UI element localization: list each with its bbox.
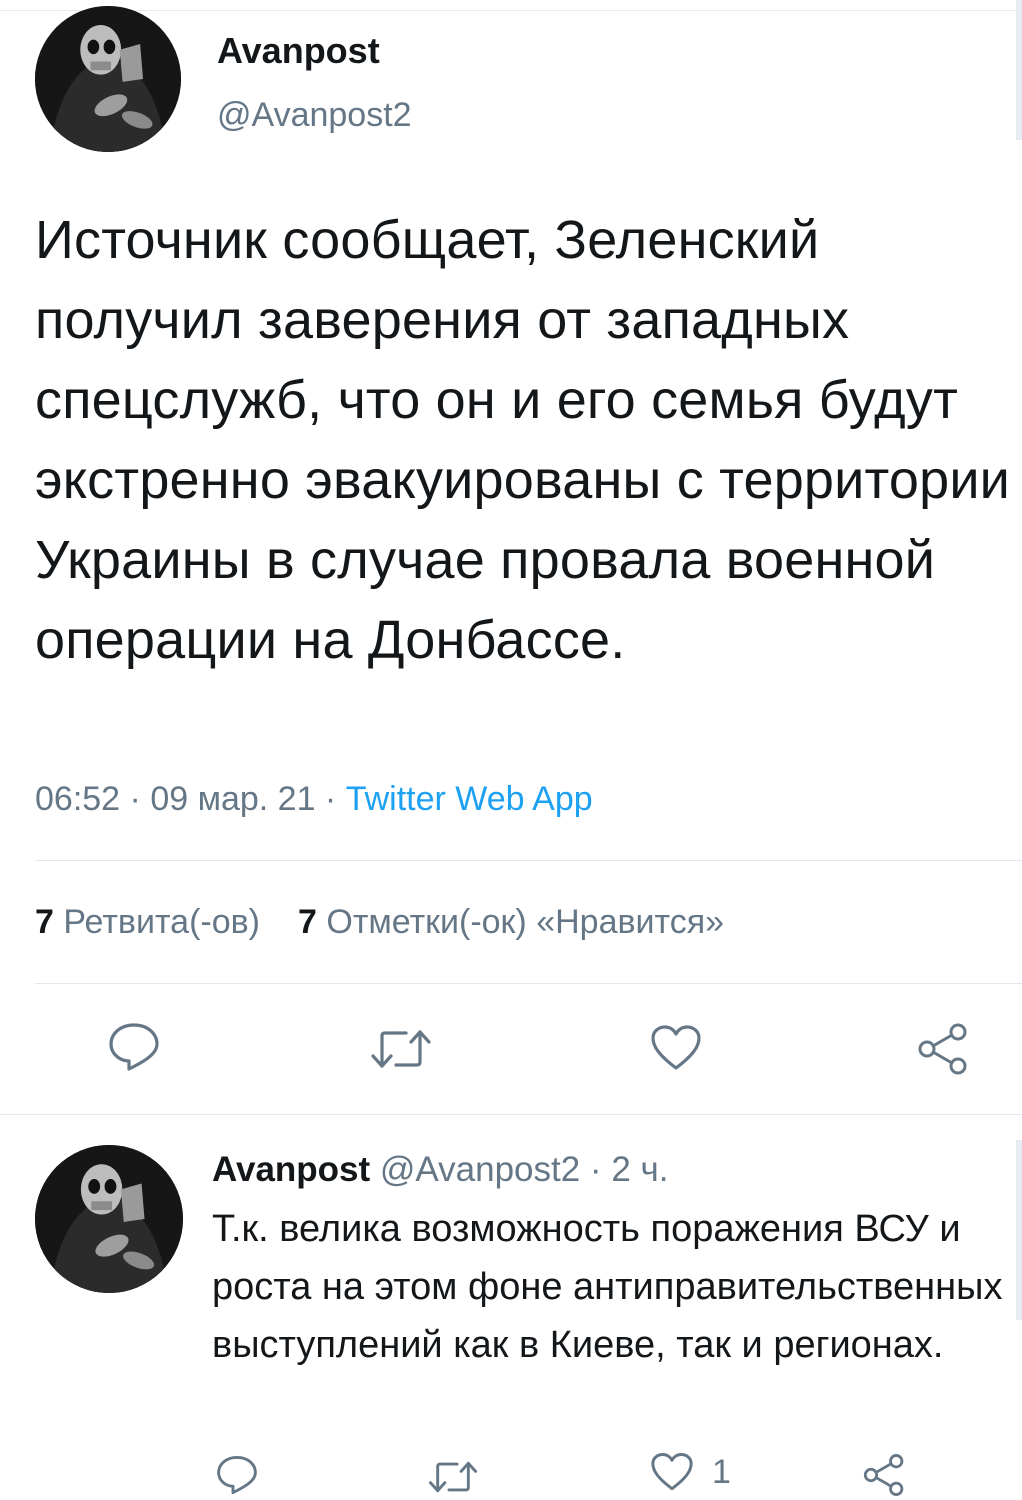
like-count: 7 xyxy=(298,903,317,941)
retweet-icon xyxy=(428,1461,478,1493)
reply-avatar[interactable] xyxy=(35,1145,183,1293)
like-icon xyxy=(651,1025,701,1070)
top-divider xyxy=(0,10,1022,11)
reply-author-name[interactable]: Avanpost xyxy=(212,1150,370,1189)
tweet-source[interactable]: Twitter Web App xyxy=(346,780,593,818)
avatar-skull-image xyxy=(35,6,181,152)
like-icon xyxy=(651,1453,693,1491)
separator-dot: · xyxy=(315,780,346,818)
reply-icon xyxy=(217,1455,257,1495)
reply-author-handle[interactable]: @Avanpost2 xyxy=(380,1150,580,1189)
share-icon xyxy=(918,1023,967,1075)
like-stat[interactable]: 7 Отметки(-ок) «Нравится» xyxy=(298,903,724,941)
retweet-button[interactable] xyxy=(370,1028,432,1070)
engagement-stats: 7 Ретвита(-ов) 7 Отметки(-ок) «Нравится» xyxy=(35,903,724,942)
separator-dot: · xyxy=(120,780,151,818)
reply-button[interactable] xyxy=(108,1022,160,1072)
retweet-label: Ретвита(-ов) xyxy=(63,903,261,941)
like-button[interactable] xyxy=(650,1024,702,1072)
reply-text: Т.к. велика возможность поражения ВСУ и … xyxy=(212,1208,1003,1366)
reply-like-count: 1 xyxy=(712,1452,731,1491)
reply-icon xyxy=(109,1023,159,1071)
divider xyxy=(35,983,1022,984)
reply-share-button[interactable] xyxy=(862,1453,906,1497)
share-icon xyxy=(863,1454,904,1496)
author-name[interactable]: Avanpost xyxy=(217,30,380,72)
divider xyxy=(35,860,1022,861)
like-label: Отметки(-ок) «Нравится» xyxy=(326,903,725,941)
retweet-icon xyxy=(371,1030,431,1068)
tweet-meta: 06:52 · 09 мар. 21 · Twitter Web App xyxy=(35,780,593,819)
divider xyxy=(0,1114,1022,1115)
scrollbar[interactable] xyxy=(1016,1140,1022,1320)
separator-dot: · xyxy=(580,1150,612,1189)
retweet-stat[interactable]: 7 Ретвита(-ов) xyxy=(35,903,260,941)
tweet-time[interactable]: 06:52 xyxy=(35,780,120,818)
reply-time[interactable]: 2 ч. xyxy=(611,1150,668,1189)
reply-reply-button[interactable] xyxy=(216,1455,258,1495)
share-button[interactable] xyxy=(916,1022,970,1076)
reply-retweet-button[interactable] xyxy=(428,1460,478,1494)
reply-header: Avanpost @Avanpost2 · 2 ч. xyxy=(212,1150,668,1190)
scrollbar[interactable] xyxy=(1016,0,1022,140)
author-handle[interactable]: @Avanpost2 xyxy=(217,96,412,135)
tweet-date[interactable]: 09 мар. 21 xyxy=(150,780,315,818)
avatar-skull-image xyxy=(35,1145,183,1293)
tweet-text: Источник сообщает, Зеленский получил зав… xyxy=(35,210,1011,670)
avatar[interactable] xyxy=(35,6,181,152)
reply-like-button[interactable]: 1 xyxy=(650,1452,731,1492)
retweet-count: 7 xyxy=(35,903,54,941)
